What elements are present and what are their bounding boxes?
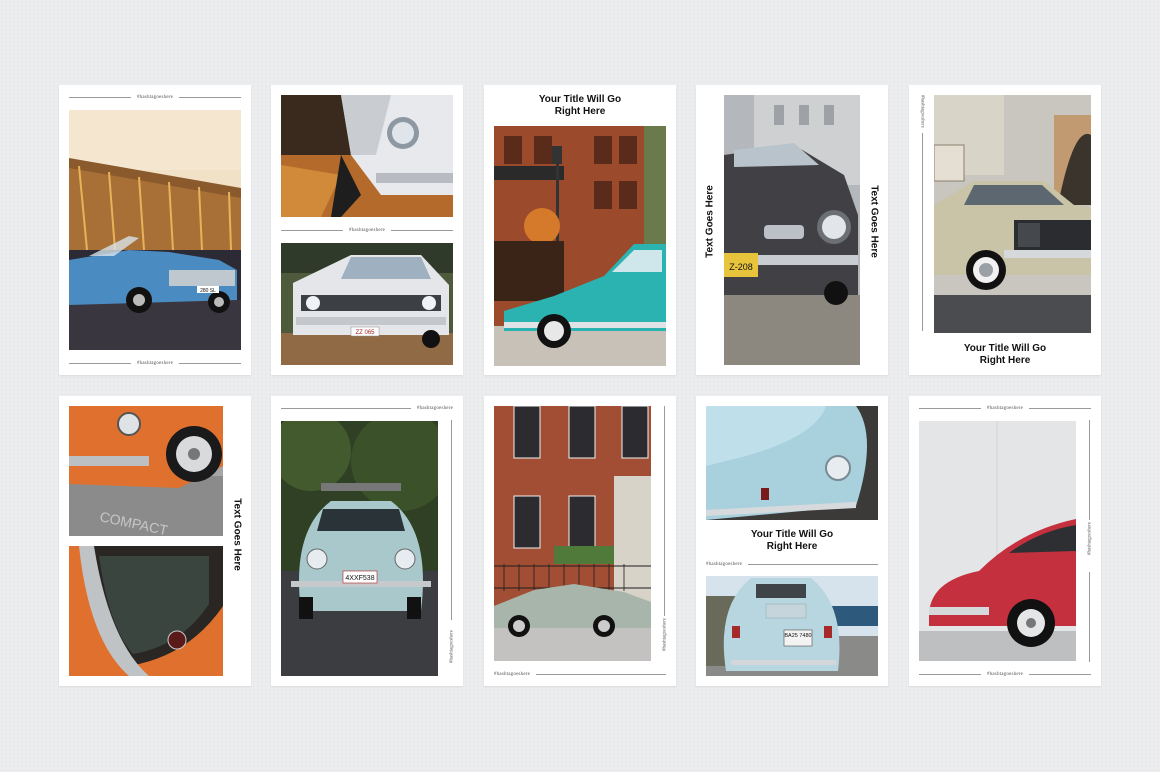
- vertical-text-right: Text Goes Here: [231, 498, 243, 571]
- vertical-text-left: Text Goes Here: [704, 185, 716, 258]
- photo-mercedes-300sl: [494, 406, 651, 661]
- title-line-2: Right Here: [766, 541, 818, 552]
- template-card-10[interactable]: #hashtagoeshere #hashtagoeshere #hashtag…: [909, 396, 1101, 686]
- plate-mustang: ZZ 065: [355, 330, 375, 336]
- title-line-1: Your Title Will Go: [538, 94, 622, 105]
- template-card-3[interactable]: Your Title Will Go Right Here: [484, 85, 676, 375]
- hashtag-text: #hashtagoeshere: [136, 94, 174, 100]
- photo-orange-porsche-window: [69, 546, 223, 676]
- hashtag-middle: #hashtagoeshere: [281, 226, 454, 234]
- hashtag-header: #hashtagoeshere: [281, 404, 453, 412]
- hashtag-header: #hashtagoeshere: [69, 93, 242, 101]
- hashtag-vertical: #hashtagoeshere: [449, 629, 455, 664]
- hashtag-middle: #hashtagoeshere: [706, 560, 878, 568]
- photo-mustang-headlight: [281, 95, 453, 217]
- hashtag-text: #hashtagoeshere: [706, 561, 743, 567]
- template-card-6[interactable]: COMPACT Text Goes Here: [59, 396, 251, 686]
- photo-fiat-front: [706, 406, 878, 520]
- hashtag-text: #hashtagoeshere: [348, 227, 386, 233]
- card-title: Your Title Will Go Right Here: [484, 94, 676, 118]
- title-line-2: Right Here: [979, 355, 1031, 366]
- plate-fiat: BA25 7480: [784, 633, 811, 639]
- hashtag-vertical: #hashtagoeshere: [1087, 521, 1093, 556]
- template-card-2[interactable]: #hashtagoeshere ZZ 065: [271, 85, 463, 375]
- vertical-text-right: Text Goes Here: [868, 185, 880, 258]
- template-card-7[interactable]: #hashtagoeshere 4XXF538 #hashtagoeshere: [271, 396, 463, 686]
- hashtag-text: #hashtagoeshere: [986, 405, 1024, 411]
- template-card-5[interactable]: #hashtagoeshere Your Title Will Go Right…: [909, 85, 1101, 375]
- vertical-rule: [451, 420, 452, 620]
- vertical-rule-bottom: [1089, 572, 1090, 662]
- card-title: Your Title Will Go Right Here: [909, 343, 1101, 367]
- template-card-9[interactable]: Your Title Will Go Right Here #hashtagoe…: [696, 396, 888, 686]
- title-line-1: Your Title Will Go: [750, 529, 834, 540]
- card-title: Your Title Will Go Right Here: [696, 529, 888, 553]
- vertical-rule: [922, 133, 923, 331]
- hashtag-text: #hashtagoeshere: [416, 405, 453, 411]
- photo-mercedes-convertible: 280 SL: [69, 110, 241, 350]
- hashtag-text: #hashtagoeshere: [136, 360, 174, 366]
- hashtag-vertical: #hashtagoeshere: [919, 94, 925, 129]
- vertical-rule-top: [1089, 420, 1090, 520]
- photo-fiat-rear: BA25 7480: [706, 576, 878, 676]
- plate-beetle: 4XXF538: [345, 575, 374, 582]
- hashtag-footer: #hashtagoeshere: [919, 670, 1092, 678]
- title-line-1: Your Title Will Go: [963, 343, 1047, 354]
- photo-red-porsche: [919, 421, 1076, 661]
- vertical-rule: [664, 406, 665, 616]
- template-card-1[interactable]: #hashtagoeshere 280 SL #hashtagoeshere: [59, 85, 251, 375]
- template-card-4[interactable]: Text Goes Here Z-208 Text Goes Here: [696, 85, 888, 375]
- template-card-8[interactable]: #hashtagoeshere #hashtagoeshere: [484, 396, 676, 686]
- plate-mercedes: 280 SL: [200, 288, 216, 294]
- hashtag-text: #hashtagoeshere: [986, 671, 1024, 677]
- photo-orange-porsche-front: COMPACT: [69, 406, 223, 536]
- photo-vw-beetle: 4XXF538: [281, 421, 438, 676]
- plate-karmann: Z-208: [729, 262, 753, 272]
- photo-mustang-front: ZZ 065: [281, 243, 453, 365]
- photo-teal-impala: [494, 126, 666, 366]
- hashtag-text: #hashtagoeshere: [494, 671, 531, 677]
- photo-karmann-ghia: Z-208: [724, 95, 860, 365]
- hashtag-vertical: #hashtagoeshere: [662, 617, 668, 652]
- photo-buick-riviera: [934, 95, 1091, 333]
- hashtag-footer: #hashtagoeshere: [69, 359, 242, 367]
- title-line-2: Right Here: [554, 106, 606, 117]
- hashtag-header: #hashtagoeshere: [919, 404, 1092, 412]
- hashtag-footer: #hashtagoeshere: [494, 670, 666, 678]
